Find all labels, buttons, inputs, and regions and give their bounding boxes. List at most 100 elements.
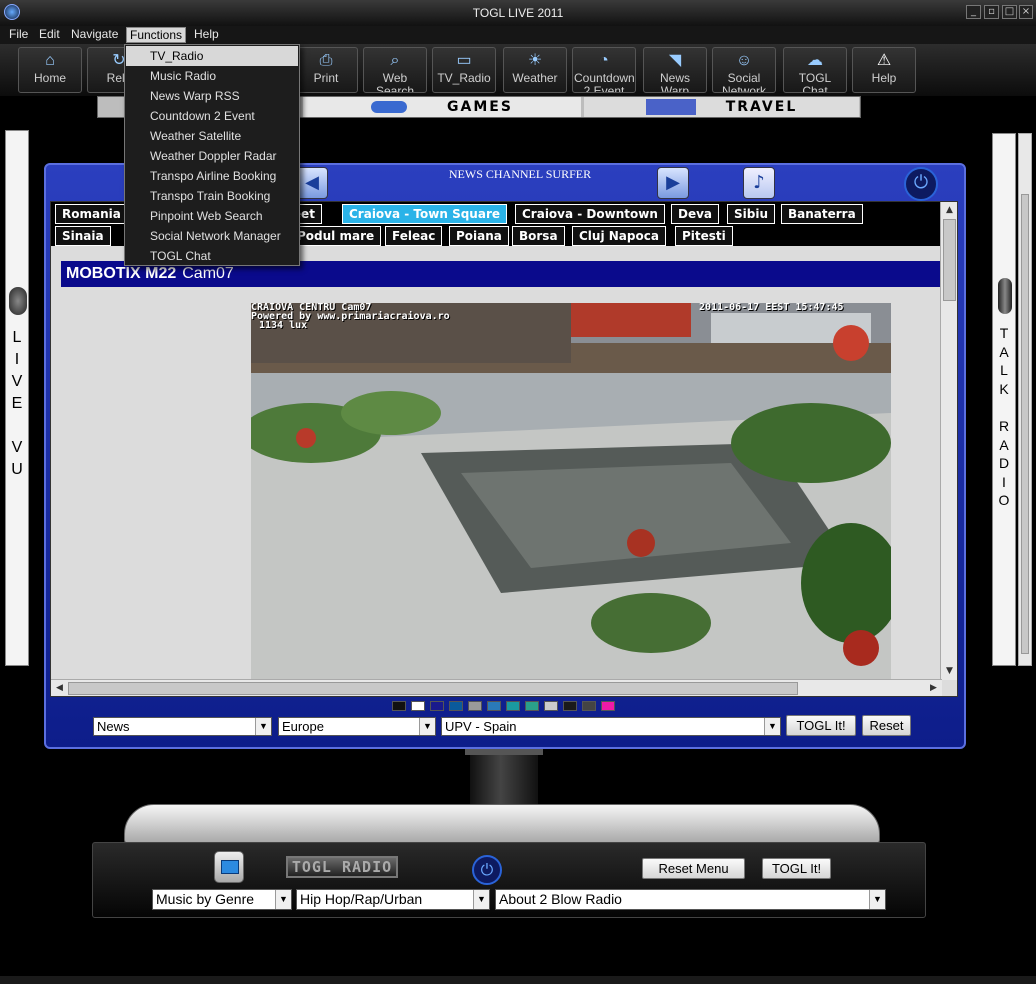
restore-button[interactable]: ▫ (984, 5, 999, 19)
page-scrollbar-thumb[interactable] (1021, 194, 1029, 654)
station-select[interactable]: About 2 Blow Radio ▼ (495, 889, 886, 910)
people-icon: ☺ (735, 52, 753, 69)
genre-mode-select[interactable]: Music by Genre ▼ (152, 889, 292, 910)
chevron-down-icon: ▼ (275, 890, 291, 909)
surfer-power-button[interactable]: ⏻ (904, 167, 938, 201)
music-button[interactable]: ♪ (743, 167, 775, 199)
tv-radio-button[interactable]: ▭ TV_Radio (432, 47, 496, 93)
color-swatch[interactable] (411, 701, 425, 711)
color-swatch[interactable] (563, 701, 577, 711)
tv-icon (221, 860, 239, 874)
togl-chat-button[interactable]: ☁ TOGL Chat (783, 47, 847, 93)
tab-cluj-napoca[interactable]: Cluj Napoca (572, 226, 666, 246)
tab-craiova-town-square[interactable]: Craiova - Town Square (342, 204, 508, 224)
category-select[interactable]: News ▼ (93, 717, 272, 736)
menu-item-airline-booking[interactable]: Transpo Airline Booking (126, 166, 298, 186)
next-channel-button[interactable]: ▶ (657, 167, 689, 199)
webcam-feed[interactable]: CRAIOVA CENTRU Cam07 Powered by www.prim… (251, 303, 891, 681)
tab-podul-mare[interactable]: Podul mare (290, 226, 382, 246)
region-select[interactable]: Europe ▼ (278, 717, 436, 736)
tab-borsa[interactable]: Borsa (512, 226, 565, 246)
tab-pitesti[interactable]: Pitesti (675, 226, 733, 246)
prev-channel-button[interactable]: ◀ (296, 167, 328, 199)
menu-item-togl-chat[interactable]: TOGL Chat (126, 246, 298, 266)
menu-item-news-warp-rss[interactable]: News Warp RSS (126, 86, 298, 106)
maximize-button[interactable]: □ (1002, 5, 1017, 19)
surfer-screen: Romania - reet Craiova - Town Square Cra… (50, 201, 958, 697)
color-swatch[interactable] (392, 701, 406, 711)
menu-edit[interactable]: Edit (36, 27, 63, 43)
travel-banner[interactable]: TRAVEL (584, 97, 859, 117)
page-scrollbar[interactable] (1018, 133, 1032, 666)
screen-vertical-scrollbar[interactable]: ▲ ▼ (940, 202, 957, 680)
minimize-button[interactable]: _ (966, 5, 981, 19)
menu-navigate[interactable]: Navigate (68, 27, 121, 43)
tab-poiana[interactable]: Poiana (449, 226, 509, 246)
togl-it-button[interactable]: TOGL It! (786, 715, 856, 736)
weather-button[interactable]: ☀ Weather (503, 47, 567, 93)
osd-timestamp: 2011-06-17 EEST 15:47:45 (699, 303, 844, 313)
web-search-button[interactable]: ⌕ Web Search (363, 47, 427, 93)
chat-icon: ☁ (807, 52, 823, 69)
airplane-icon (645, 99, 696, 115)
tab-sinaia[interactable]: Sinaia (55, 226, 111, 246)
menu-item-train-booking[interactable]: Transpo Train Booking (126, 186, 298, 206)
genre-select[interactable]: Hip Hop/Rap/Urban ▼ (296, 889, 490, 910)
scroll-up-icon[interactable]: ▲ (942, 203, 957, 218)
scroll-right-icon[interactable]: ▶ (926, 681, 941, 696)
reset-button[interactable]: Reset (862, 715, 911, 736)
source-select[interactable]: UPV - Spain ▼ (441, 717, 781, 736)
news-warp-button[interactable]: ◥ News Warp (643, 47, 707, 93)
horizontal-scroll-thumb[interactable] (68, 682, 798, 695)
menu-functions[interactable]: Functions (126, 27, 187, 43)
tab-feleac[interactable]: Feleac (385, 226, 443, 246)
menu-item-social-network[interactable]: Social Network Manager (126, 226, 298, 246)
talk-radio-panel[interactable]: T A L K R A D I O (992, 133, 1016, 666)
help-button[interactable]: ⚠ Help (852, 47, 916, 93)
tv-icon: ▭ (456, 52, 472, 69)
microphone-icon (998, 278, 1012, 314)
social-network-button[interactable]: ☺ Social Network (712, 47, 776, 93)
live-vu-panel[interactable]: L I V E V U (5, 130, 29, 666)
menu-item-countdown[interactable]: Countdown 2 Event (126, 106, 298, 126)
reset-menu-button[interactable]: Reset Menu (642, 858, 745, 879)
color-swatch[interactable] (430, 701, 444, 711)
radio-togl-it-button[interactable]: TOGL It! (762, 858, 831, 879)
games-banner[interactable]: GAMES (303, 97, 581, 117)
tab-deva[interactable]: Deva (671, 204, 720, 224)
menu-item-tv-radio[interactable]: TV_Radio (126, 46, 298, 66)
vertical-scroll-thumb[interactable] (943, 219, 956, 301)
color-swatch[interactable] (544, 701, 558, 711)
color-swatch[interactable] (601, 701, 615, 711)
tab-craiova-downtown[interactable]: Craiova - Downtown (515, 204, 665, 224)
webcam-icon (9, 287, 27, 315)
news-channel-surfer-title: NEWS CHANNEL SURFER (448, 167, 592, 181)
tab-sibiu[interactable]: Sibiu (727, 204, 776, 224)
scroll-left-icon[interactable]: ◀ (52, 681, 67, 696)
menu-file[interactable]: File (6, 27, 31, 43)
menu-item-weather-doppler[interactable]: Weather Doppler Radar (126, 146, 298, 166)
color-swatch[interactable] (468, 701, 482, 711)
menu-bar: File Edit Navigate Functions Help (0, 26, 1036, 44)
color-swatch[interactable] (582, 701, 596, 711)
scroll-down-icon[interactable]: ▼ (942, 664, 957, 679)
radio-tv-button[interactable] (214, 851, 244, 883)
print-button[interactable]: ⎙ Print (294, 47, 358, 93)
menu-item-music-radio[interactable]: Music Radio (126, 66, 298, 86)
radio-power-button[interactable]: ⏻ (472, 855, 502, 885)
menu-item-web-search[interactable]: Pinpoint Web Search (126, 206, 298, 226)
countdown-button[interactable]: ◔ Countdown 2 Event (572, 47, 636, 93)
close-button[interactable]: × (1019, 5, 1033, 19)
menu-item-weather-satellite[interactable]: Weather Satellite (126, 126, 298, 146)
menu-help[interactable]: Help (191, 27, 222, 43)
color-swatch[interactable] (525, 701, 539, 711)
tab-banaterra[interactable]: Banaterra (781, 204, 863, 224)
color-swatch[interactable] (506, 701, 520, 711)
town-square-image (251, 303, 891, 681)
color-swatch[interactable] (449, 701, 463, 711)
live-vu-label: L I V E V U (11, 329, 23, 478)
chevron-down-icon: ▼ (419, 718, 435, 735)
home-button[interactable]: ⌂ Home (18, 47, 82, 93)
color-swatch[interactable] (487, 701, 501, 711)
screen-horizontal-scrollbar[interactable]: ◀ ▶ (51, 679, 942, 696)
